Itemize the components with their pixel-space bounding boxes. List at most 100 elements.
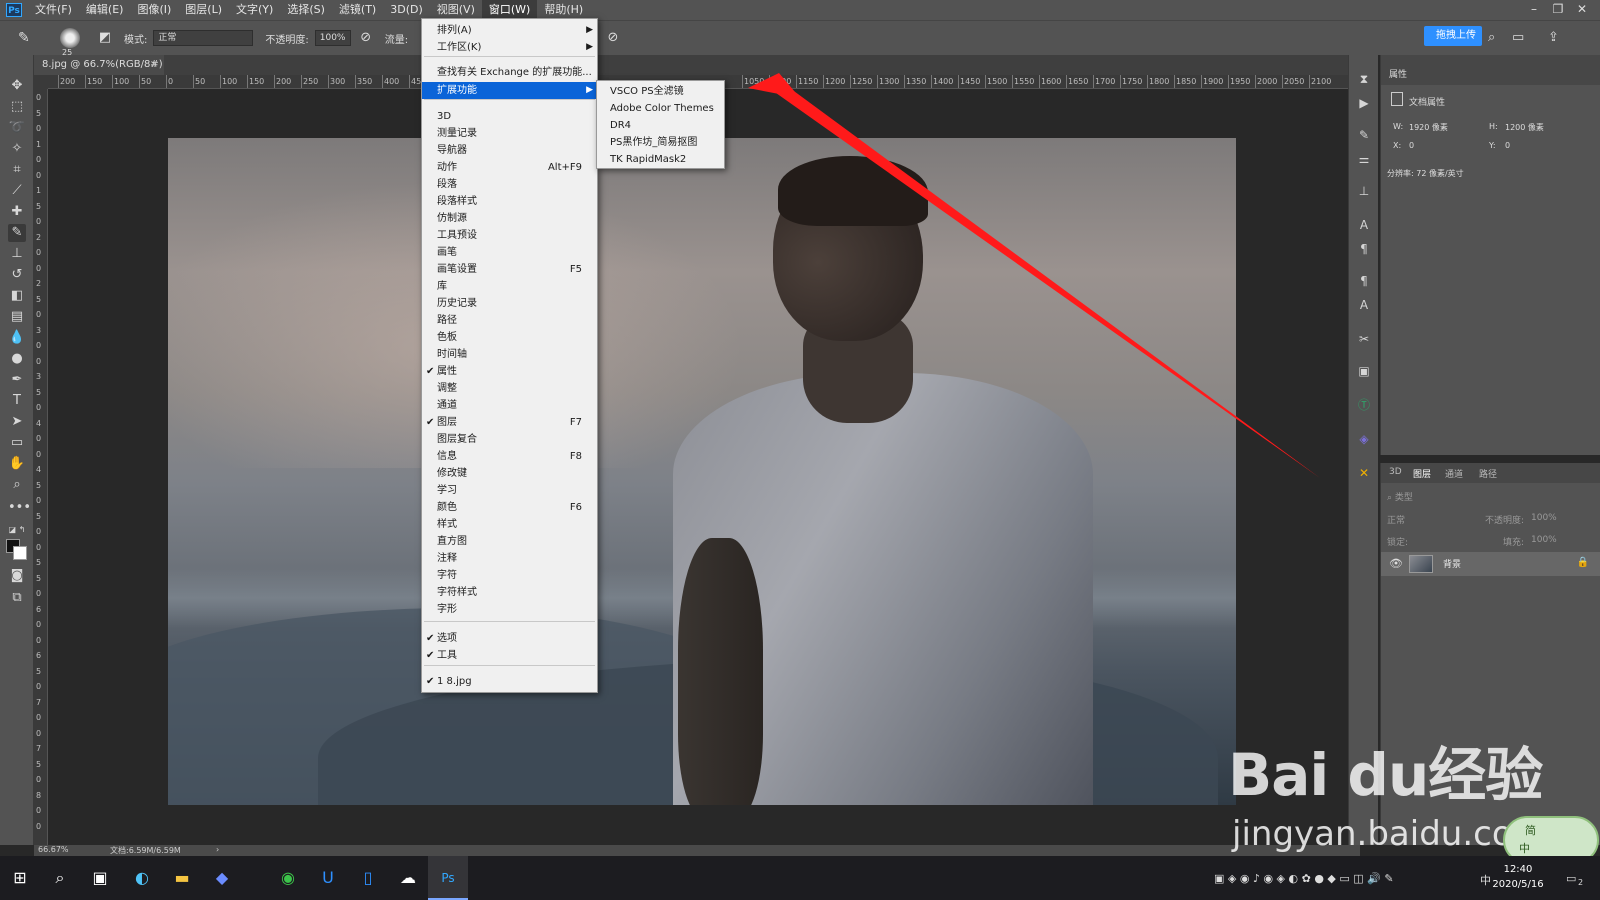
brush-preset-picker[interactable]: 25 [60, 28, 80, 57]
layer-filter[interactable]: ⌕ 类型 [1387, 490, 1413, 503]
extensions-submenu-item[interactable]: Adobe Color Themes [597, 100, 724, 117]
document-size-info[interactable]: 文档:6.59M/6.59M [110, 845, 181, 856]
more-tools-icon[interactable]: ••• [8, 499, 31, 517]
window-menu-item[interactable]: 路径 [422, 312, 597, 329]
move-tool-icon[interactable]: ✥ [8, 77, 26, 95]
properties-panel-title[interactable]: 属性 [1389, 67, 1407, 80]
window-menu-item[interactable]: ✔ 1 8.jpg [422, 673, 597, 690]
window-menu-item[interactable]: 字形 [422, 601, 597, 618]
menu-select[interactable]: 选择(S) [280, 0, 332, 20]
menu-filter[interactable]: 滤镜(T) [332, 0, 383, 20]
extensions-submenu-item[interactable]: DR4 [597, 117, 724, 134]
search-icon[interactable]: ⌕ [48, 866, 72, 890]
background-color-swatch[interactable] [13, 546, 27, 560]
hand-tool-icon[interactable]: ✋ [8, 455, 26, 473]
menu-file[interactable]: 文件(F) [28, 0, 79, 20]
document-image[interactable] [168, 138, 1236, 805]
height-value[interactable]: 1200 像素 [1505, 122, 1544, 133]
blur-tool-icon[interactable]: 💧 [8, 329, 26, 347]
document-tab[interactable]: 8.jpg @ 66.7%(RGB/8#) × [34, 55, 164, 75]
window-menu-item[interactable]: ✔ 图层 F7 [422, 414, 597, 431]
history-brush-tool-icon[interactable]: ↺ [8, 266, 26, 284]
zoom-level[interactable]: 66.67% [38, 845, 69, 854]
close-window-button[interactable]: ✕ [1570, 0, 1594, 18]
window-menu-item[interactable]: 样式 [422, 516, 597, 533]
lock-icon[interactable]: 🔒 [1577, 557, 1589, 568]
path-selection-tool-icon[interactable]: ➤ [8, 413, 26, 431]
magic-wand-tool-icon[interactable]: ✧ [8, 140, 26, 158]
pen-tool-icon[interactable]: ✒ [8, 371, 26, 389]
vsco-extension-icon[interactable]: ✕ [1356, 465, 1372, 481]
dodge-tool-icon[interactable]: ● [8, 350, 26, 368]
mode-select[interactable]: 正常 [153, 30, 254, 46]
default-colors-icon[interactable]: ◪ ↰ [8, 521, 26, 539]
window-menu-item[interactable]: 色板 [422, 329, 597, 346]
window-menu-item[interactable]: 测量记录 [422, 125, 597, 142]
screen-mode-icon[interactable]: ⧉ [8, 589, 26, 607]
window-menu-item[interactable]: 扩展功能 ▶ [422, 82, 597, 99]
crop-tool-icon[interactable]: ⌗ [8, 161, 26, 179]
tool-presets-panel-icon[interactable]: ✂ [1356, 331, 1372, 347]
window-menu-item[interactable]: 排列(A) ▶ [422, 22, 597, 39]
file-explorer-icon[interactable]: ▬ [170, 866, 194, 890]
menu-3d[interactable]: 3D(D) [383, 0, 430, 20]
window-menu-item[interactable]: 库 [422, 278, 597, 295]
workspace-icon[interactable]: ▭ [1512, 30, 1524, 45]
browser-icon[interactable]: ◐ [130, 866, 154, 890]
close-tab-icon[interactable]: × [150, 55, 158, 75]
status-menu-arrow[interactable]: › [216, 845, 219, 854]
tk-extension-icon[interactable]: Ⓣ [1356, 397, 1372, 413]
actions-panel-icon[interactable]: ▶ [1356, 95, 1372, 111]
window-menu-item[interactable]: 工作区(K) ▶ [422, 39, 597, 56]
tab-paths[interactable]: 路径 [1479, 467, 1497, 480]
window-menu-item[interactable]: 动作 Alt+F9 [422, 159, 597, 176]
window-menu-item[interactable]: ✔ 工具 [422, 647, 597, 664]
cloud-drive-icon[interactable]: ☁ [396, 866, 420, 890]
layer-name[interactable]: 背景 [1443, 557, 1461, 570]
character-styles-panel-icon[interactable]: A [1356, 297, 1372, 313]
type-tool-icon[interactable]: T [8, 392, 26, 410]
cloud-upload-button[interactable]: 拖拽上传 [1424, 26, 1482, 46]
paragraph-styles-panel-icon[interactable]: ¶ [1356, 273, 1372, 289]
adjustments-panel-icon[interactable]: ⚌ [1356, 151, 1372, 167]
system-clock[interactable]: 12:40 2020/5/16 [1488, 862, 1548, 892]
y-value[interactable]: 0 [1505, 141, 1510, 150]
gradient-tool-icon[interactable]: ▤ [8, 308, 26, 326]
menu-window[interactable]: 窗口(W) [481, 0, 538, 20]
marquee-tool-icon[interactable]: ⬚ [8, 98, 26, 116]
airbrush-icon[interactable]: ⊘ [606, 31, 620, 45]
app-icon[interactable]: ◆ [210, 866, 234, 890]
healing-brush-tool-icon[interactable]: ✚ [8, 203, 26, 221]
libraries-panel-icon[interactable]: ▣ [1356, 363, 1372, 379]
window-menu-item[interactable]: 修改键 [422, 465, 597, 482]
pressure-opacity-icon[interactable]: ⊘ [359, 31, 373, 45]
tab-3d[interactable]: 3D [1389, 467, 1402, 477]
extensions-submenu-item[interactable]: VSCO PS全滤镜 [597, 83, 724, 100]
window-menu-item[interactable]: 段落 [422, 176, 597, 193]
menu-help[interactable]: 帮助(H) [537, 0, 590, 20]
menu-edit[interactable]: 编辑(E) [79, 0, 131, 20]
window-menu-item[interactable]: 仿制源 [422, 210, 597, 227]
layer-row-background[interactable]: 👁 背景 🔒 [1381, 552, 1600, 576]
window-menu-item[interactable]: 工具预设 [422, 227, 597, 244]
menu-view[interactable]: 视图(V) [430, 0, 482, 20]
tab-channels[interactable]: 通道 [1445, 467, 1463, 480]
blend-mode-select[interactable]: 正常 [1387, 513, 1405, 526]
clone-source-panel-icon[interactable]: ⊥ [1356, 183, 1372, 199]
window-menu-item[interactable]: 段落样式 [422, 193, 597, 210]
brush-tool-preset-icon[interactable]: ✎ [18, 30, 34, 46]
window-menu-item[interactable]: 历史记录 [422, 295, 597, 312]
quick-mask-icon[interactable]: ◙ [8, 567, 26, 585]
notification-center-icon[interactable]: ▭ [1566, 872, 1576, 885]
window-menu-item[interactable]: ✔ 属性 [422, 363, 597, 380]
window-menu-item[interactable]: 导航器 [422, 142, 597, 159]
menu-layer[interactable]: 图层(L) [178, 0, 229, 20]
tray-icons[interactable]: ▣ ◈ ◉ ♪ ◉ ◈ ◐ ✿ ● ◆ ▭ ◫ 🔊 ✎ [1214, 872, 1394, 885]
window-menu-item[interactable]: 查找有关 Exchange 的扩展功能... [422, 64, 597, 81]
window-menu-item[interactable]: 图层复合 [422, 431, 597, 448]
visibility-eye-icon[interactable]: 👁 [1389, 557, 1403, 570]
tab-layers[interactable]: 图层 [1413, 467, 1431, 480]
window-menu-item[interactable]: 直方图 [422, 533, 597, 550]
uu-icon[interactable]: U [316, 866, 340, 890]
window-menu-item[interactable]: 字符 [422, 567, 597, 584]
